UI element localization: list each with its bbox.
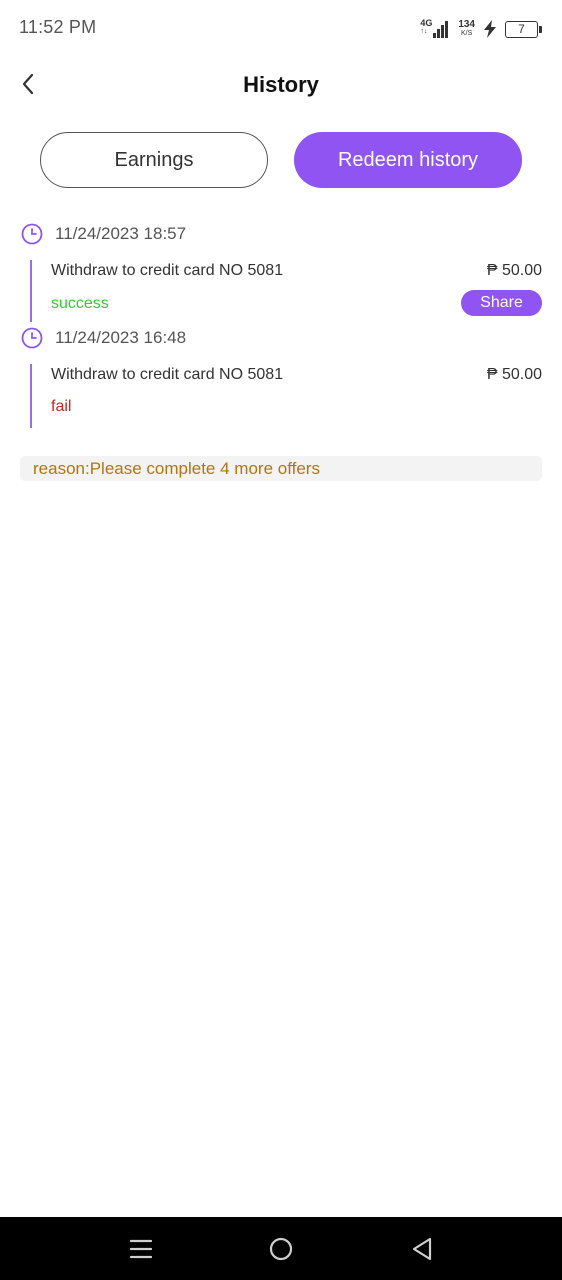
signal-icon bbox=[433, 20, 449, 38]
record-date: 11/24/2023 18:57 bbox=[55, 224, 187, 243]
tab-earnings[interactable]: Earnings bbox=[40, 132, 268, 188]
battery-level: 7 bbox=[518, 22, 525, 36]
record-status: success bbox=[51, 295, 109, 312]
status-indicators: 4G ↑↓ 134 K/S 7 bbox=[420, 17, 542, 41]
system-nav-bar bbox=[0, 1217, 562, 1280]
fail-reason: reason:Please complete 4 more offers bbox=[20, 456, 542, 481]
clock-icon bbox=[21, 327, 43, 349]
charging-icon bbox=[484, 20, 496, 38]
network-activity: ↑↓ bbox=[420, 28, 428, 35]
record-status: fail bbox=[51, 398, 72, 415]
record-amount: ₱ 50.00 bbox=[486, 366, 542, 383]
app-header: History bbox=[0, 56, 562, 116]
nav-menu-button[interactable] bbox=[127, 1235, 155, 1263]
battery-icon: 7 bbox=[505, 20, 542, 38]
record-description: Withdraw to credit card NO 5081 bbox=[51, 366, 284, 383]
record-date-row: 11/24/2023 16:48 bbox=[20, 326, 186, 350]
record-amount: ₱ 50.00 bbox=[486, 262, 542, 279]
home-icon bbox=[269, 1237, 293, 1261]
record-date: 11/24/2023 16:48 bbox=[55, 328, 187, 347]
menu-icon bbox=[129, 1239, 153, 1259]
status-time: 11:52 PM bbox=[19, 17, 97, 37]
status-bar: 11:52 PM 4G ↑↓ 134 K/S 7 bbox=[0, 0, 562, 56]
speed-value: 134 bbox=[458, 19, 475, 30]
speed-unit: K/S bbox=[461, 30, 473, 37]
timeline-line bbox=[30, 260, 32, 322]
timeline-line bbox=[30, 364, 32, 428]
history-record: 11/24/2023 18:57 Withdraw to credit card… bbox=[0, 222, 562, 322]
network-type: 4G bbox=[420, 18, 433, 28]
clock-icon bbox=[21, 223, 43, 245]
page-title: History bbox=[243, 72, 319, 97]
nav-home-button[interactable] bbox=[267, 1235, 295, 1263]
record-date-row: 11/24/2023 18:57 bbox=[20, 222, 186, 246]
tab-redeem-history[interactable]: Redeem history bbox=[294, 132, 522, 188]
share-button[interactable]: Share bbox=[461, 290, 542, 316]
nav-back-button[interactable] bbox=[408, 1235, 436, 1263]
network-speed: 134 K/S bbox=[458, 20, 475, 38]
nav-back-icon bbox=[412, 1237, 432, 1261]
network-indicator: 4G ↑↓ bbox=[420, 18, 450, 40]
history-record: 11/24/2023 16:48 Withdraw to credit card… bbox=[0, 326, 562, 430]
record-description: Withdraw to credit card NO 5081 bbox=[51, 262, 284, 279]
